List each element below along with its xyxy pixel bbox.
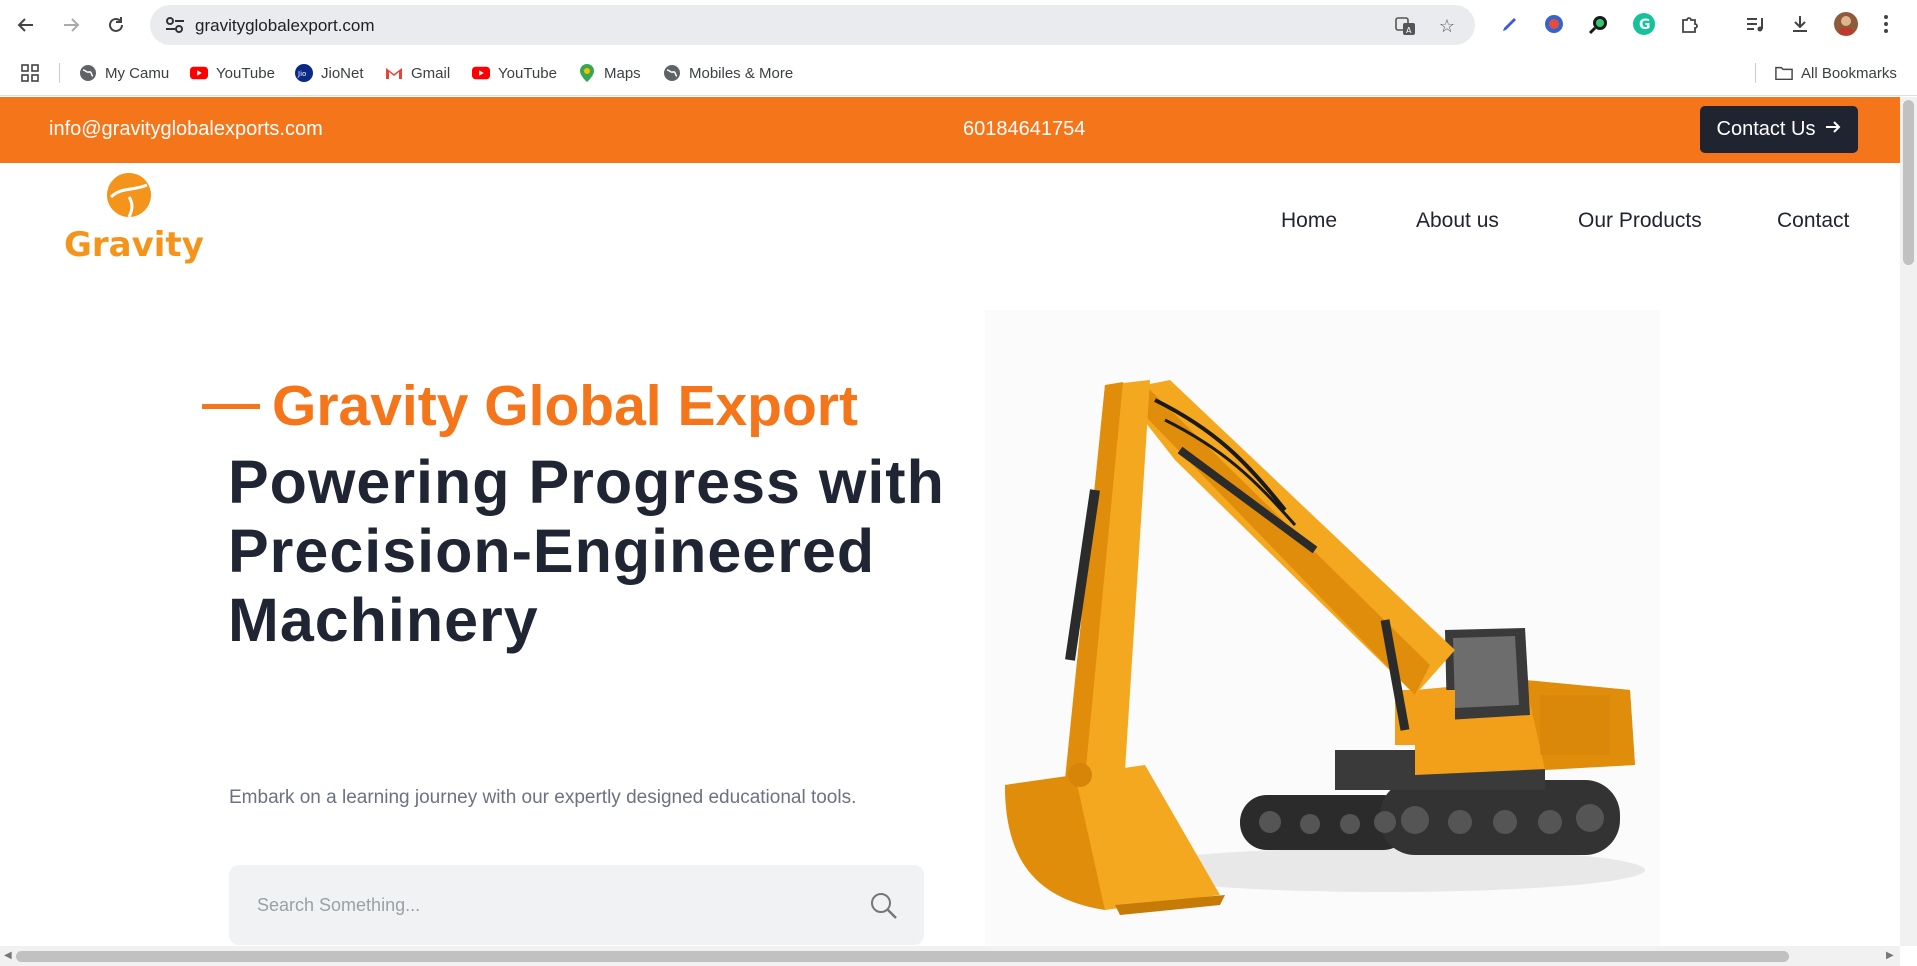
gmail-icon xyxy=(385,64,403,82)
media-control-icon[interactable] xyxy=(1742,11,1768,37)
horizontal-scroll-thumb[interactable] xyxy=(16,951,1789,962)
nav-our-products[interactable]: Our Products xyxy=(1578,209,1702,233)
folder-icon xyxy=(1775,64,1793,82)
apps-grid-icon[interactable] xyxy=(20,62,40,84)
bookmark-label: Mobiles & More xyxy=(689,64,794,82)
bookmarks-bar: My Camu YouTube Jio JioNet Gmail YouTube… xyxy=(0,50,1917,96)
tagline-text: Gravity Global Export xyxy=(272,374,858,438)
bookmark-label: Maps xyxy=(604,64,641,82)
back-icon[interactable] xyxy=(12,11,40,39)
bookmark-jionet[interactable]: Jio JioNet xyxy=(295,62,364,84)
bookmarks-divider xyxy=(59,63,60,83)
search-box xyxy=(229,865,924,945)
svg-text:A: A xyxy=(1406,26,1412,35)
bookmark-label: My Camu xyxy=(105,64,170,82)
globe-icon xyxy=(663,64,681,82)
hero-subtitle: Embark on a learning journey with our ex… xyxy=(229,787,857,808)
bookmark-label: YouTube xyxy=(216,64,275,82)
all-bookmarks-label: All Bookmarks xyxy=(1801,64,1897,82)
browser-extension-icon[interactable] xyxy=(1541,11,1567,37)
reload-icon[interactable] xyxy=(102,11,130,39)
bookmark-label: JioNet xyxy=(321,64,364,82)
main-navbar: Gravity Home About us Our Products Conta… xyxy=(0,163,1900,275)
all-bookmarks[interactable]: All Bookmarks xyxy=(1775,62,1897,84)
horizontal-scrollbar[interactable]: ◀ ▶ xyxy=(0,946,1900,966)
bookmark-maps[interactable]: Maps xyxy=(578,62,641,84)
bookmark-label: Gmail xyxy=(411,64,451,82)
vertical-scroll-thumb[interactable] xyxy=(1903,100,1914,265)
logo-mark-icon xyxy=(107,173,151,217)
svg-text:Jio: Jio xyxy=(297,70,306,78)
hero-tagline: Gravity Global Export xyxy=(202,373,858,439)
contact-us-label: Contact Us xyxy=(1716,118,1816,140)
url-text[interactable]: gravityglobalexport.com xyxy=(195,16,375,36)
grammarly-icon[interactable]: G xyxy=(1631,11,1657,37)
translate-icon[interactable]: A xyxy=(1395,16,1417,36)
svg-text:G: G xyxy=(1639,17,1651,33)
vertical-scrollbar[interactable] xyxy=(1900,97,1917,946)
contact-us-button[interactable]: Contact Us xyxy=(1700,106,1858,153)
bookmark-my-camu[interactable]: My Camu xyxy=(79,62,169,84)
tagline-dash xyxy=(202,403,260,409)
phone-link[interactable]: 60184641754 xyxy=(963,118,1085,141)
globe-icon xyxy=(79,64,97,82)
extensions-puzzle-icon[interactable] xyxy=(1677,11,1703,37)
download-icon[interactable] xyxy=(1787,11,1813,37)
forward-icon[interactable] xyxy=(57,11,85,39)
gravity-logo[interactable]: Gravity xyxy=(62,173,204,268)
star-icon[interactable]: ☆ xyxy=(1436,16,1458,36)
nav-about-us[interactable]: About us xyxy=(1416,209,1499,233)
browser-toolbar: gravityglobalexport.com A ☆ G xyxy=(0,0,1917,50)
bookmark-mobiles-more[interactable]: Mobiles & More xyxy=(663,62,793,84)
youtube-icon xyxy=(190,64,208,82)
arrow-right-icon xyxy=(1825,118,1841,141)
maps-icon xyxy=(578,64,596,82)
bookmark-label: YouTube xyxy=(498,64,557,82)
bookmark-youtube-2[interactable]: YouTube xyxy=(472,62,557,84)
search-input[interactable] xyxy=(257,893,817,917)
excavator-image xyxy=(985,310,1660,945)
hero-title: Powering Progress with Precision-Enginee… xyxy=(228,448,945,654)
address-bar[interactable]: gravityglobalexport.com A ☆ xyxy=(150,5,1475,45)
nav-home[interactable]: Home xyxy=(1281,209,1337,233)
contact-topbar: info@gravityglobalexports.com 6018464175… xyxy=(0,97,1900,163)
menu-kebab-icon[interactable] xyxy=(1873,11,1899,37)
logo-text: Gravity xyxy=(64,225,204,265)
email-link[interactable]: info@gravityglobalexports.com xyxy=(49,118,323,141)
site-info-icon[interactable] xyxy=(164,15,186,35)
jio-icon: Jio xyxy=(295,64,313,82)
search-icon[interactable] xyxy=(869,891,899,921)
search-extension-icon[interactable] xyxy=(1586,11,1612,37)
profile-avatar[interactable] xyxy=(1833,11,1859,37)
bookmark-youtube[interactable]: YouTube xyxy=(190,62,275,84)
nav-contact[interactable]: Contact xyxy=(1777,209,1849,233)
bookmarks-divider xyxy=(1755,63,1756,83)
bookmark-gmail[interactable]: Gmail xyxy=(385,62,450,84)
pen-extension-icon[interactable] xyxy=(1497,11,1523,37)
youtube-icon xyxy=(472,64,490,82)
scroll-right-icon[interactable]: ▶ xyxy=(1886,950,1894,961)
scroll-left-icon[interactable]: ◀ xyxy=(4,950,12,961)
